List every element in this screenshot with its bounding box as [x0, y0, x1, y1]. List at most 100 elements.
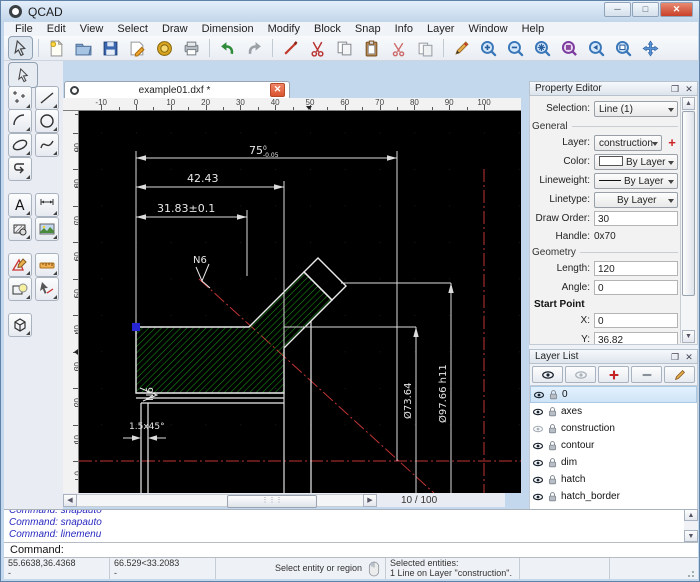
layer-row-hatch[interactable]: hatch	[530, 471, 697, 488]
zoom-window-button[interactable]	[611, 36, 636, 60]
layer-row-axes[interactable]: axes	[530, 403, 697, 420]
lock-icon[interactable]	[547, 457, 558, 468]
draw-pencil-button[interactable]	[449, 36, 474, 60]
eye-icon[interactable]	[532, 491, 544, 503]
modify-tool-button[interactable]	[8, 253, 32, 277]
cut-reference-button[interactable]	[386, 36, 411, 60]
close-button[interactable]: ✕	[660, 2, 693, 17]
float-panel-icon[interactable]: ❐	[670, 84, 680, 94]
measure-tool-button[interactable]	[35, 253, 59, 277]
scroll-down-icon[interactable]: ▼	[684, 530, 698, 542]
edit-pen-button[interactable]	[278, 36, 303, 60]
document-tab[interactable]: example01.dxf * ✕	[64, 81, 290, 98]
remove-layer-button[interactable]	[631, 366, 662, 383]
drawing-canvas[interactable]: 75 0 -0.05 42.43 31.83±0.1 1.5x45° Ø73.6…	[79, 111, 521, 493]
length-field[interactable]: 120	[594, 261, 678, 276]
scroll-up-icon[interactable]: ▲	[682, 97, 695, 110]
eye-icon[interactable]	[532, 474, 544, 486]
lock-icon[interactable]	[547, 474, 558, 485]
menu-window[interactable]: Window	[461, 23, 514, 35]
close-panel-icon[interactable]: ✕	[684, 352, 694, 362]
property-editor-scrollbar[interactable]: ▲ ▼	[680, 97, 696, 343]
menu-edit[interactable]: Edit	[40, 23, 73, 35]
layer-row-0[interactable]: 0	[530, 386, 697, 403]
resize-grip[interactable]	[687, 568, 697, 578]
block-tool-button[interactable]	[8, 277, 32, 301]
layer-row-dim[interactable]: dim	[530, 454, 697, 471]
command-input[interactable]	[64, 543, 698, 557]
save-as-button[interactable]	[125, 36, 150, 60]
lock-icon[interactable]	[547, 406, 558, 417]
polyline-tool-button[interactable]	[8, 157, 32, 181]
select-tool-button[interactable]	[35, 277, 59, 301]
scroll-track[interactable]: ⋮⋮⋮	[77, 494, 363, 507]
points-tool-button[interactable]	[8, 86, 32, 110]
edit-layer-button[interactable]	[664, 366, 695, 383]
selection-pointer-button[interactable]	[8, 62, 38, 88]
image-tool-button[interactable]	[35, 217, 59, 241]
menu-layer[interactable]: Layer	[420, 23, 462, 35]
pan-button[interactable]	[638, 36, 663, 60]
add-layer-icon[interactable]: +	[666, 135, 678, 150]
print-preview-button[interactable]	[179, 36, 204, 60]
lock-icon[interactable]	[547, 491, 558, 502]
selected-point-marker[interactable]	[132, 323, 140, 331]
close-panel-icon[interactable]: ✕	[684, 84, 694, 94]
line-tool-button[interactable]	[35, 86, 59, 110]
menu-draw[interactable]: Draw	[155, 23, 195, 35]
minimize-button[interactable]: ─	[604, 2, 631, 17]
menu-help[interactable]: Help	[515, 23, 552, 35]
menu-modify[interactable]: Modify	[261, 23, 307, 35]
tab-close-icon[interactable]: ✕	[270, 83, 285, 97]
selection-dropdown[interactable]: Line (1)	[594, 101, 678, 117]
open-file-button[interactable]	[71, 36, 96, 60]
scroll-up-icon[interactable]: ▲	[684, 509, 698, 521]
linetype-dropdown[interactable]: By Layer	[594, 192, 678, 208]
auto-zoom-button[interactable]	[530, 36, 555, 60]
menu-block[interactable]: Block	[307, 23, 348, 35]
cut-button[interactable]	[305, 36, 330, 60]
spline-tool-button[interactable]	[35, 133, 59, 157]
show-all-layers-button[interactable]	[532, 366, 563, 383]
eye-icon[interactable]	[532, 406, 544, 418]
layer-row-contour[interactable]: contour	[530, 437, 697, 454]
lock-icon[interactable]	[547, 440, 558, 451]
copy-reference-button[interactable]	[413, 36, 438, 60]
save-file-button[interactable]	[98, 36, 123, 60]
hide-all-layers-button[interactable]	[565, 366, 596, 383]
menu-view[interactable]: View	[73, 23, 111, 35]
menu-snap[interactable]: Snap	[348, 23, 388, 35]
solid-tool-button[interactable]	[8, 313, 32, 337]
zoom-in-button[interactable]	[476, 36, 501, 60]
start-x-field[interactable]: 0	[594, 313, 678, 328]
undo-button[interactable]	[215, 36, 240, 60]
scroll-thumb[interactable]: ⋮⋮⋮	[227, 495, 317, 508]
eye-icon[interactable]	[532, 423, 544, 435]
maximize-button[interactable]: □	[632, 2, 659, 17]
menu-select[interactable]: Select	[110, 23, 155, 35]
lock-icon[interactable]	[548, 389, 559, 400]
redo-button[interactable]	[242, 36, 267, 60]
float-panel-icon[interactable]: ❐	[670, 352, 680, 362]
dimension-tool-button[interactable]	[35, 193, 59, 217]
scroll-right-icon[interactable]: ▶	[363, 494, 377, 507]
angle-field[interactable]: 0	[594, 280, 678, 295]
scroll-thumb[interactable]	[682, 111, 695, 296]
lineweight-dropdown[interactable]: By Layer	[594, 173, 678, 189]
selection-pointer-button[interactable]	[8, 36, 33, 60]
zoom-selection-button[interactable]	[557, 36, 582, 60]
new-file-button[interactable]	[44, 36, 69, 60]
menu-file[interactable]: File	[8, 23, 40, 35]
print-button[interactable]	[152, 36, 177, 60]
arc-tool-button[interactable]	[8, 109, 32, 133]
add-layer-button[interactable]	[598, 366, 629, 383]
text-tool-button[interactable]: A	[8, 193, 32, 217]
eye-icon[interactable]	[532, 440, 544, 452]
hatch-tool-button[interactable]	[8, 217, 32, 241]
color-dropdown[interactable]: By Layer	[594, 154, 678, 170]
circle-tool-button[interactable]	[35, 109, 59, 133]
layer-row-construction[interactable]: construction	[530, 420, 697, 437]
layer-dropdown[interactable]: construction	[594, 135, 662, 151]
canvas-h-scrollbar[interactable]: ◀ ⋮⋮⋮ ▶	[63, 493, 505, 507]
paste-button[interactable]	[359, 36, 384, 60]
